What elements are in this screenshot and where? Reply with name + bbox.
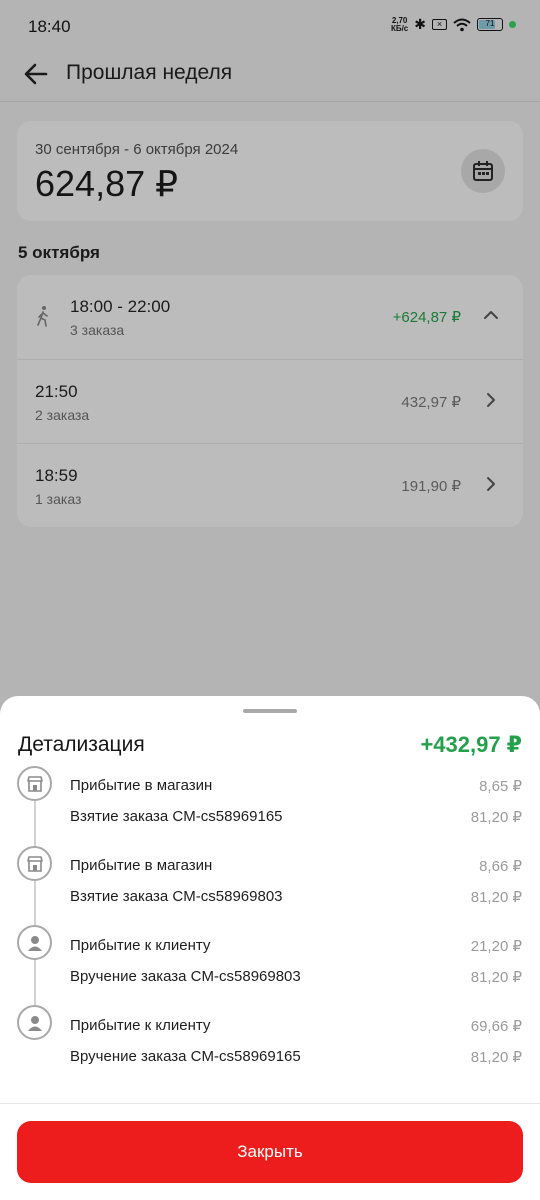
- sheet-drag-handle[interactable]: [243, 709, 297, 713]
- sheet-title: Детализация: [18, 733, 145, 756]
- step-sub-value: 81,20 ₽: [470, 889, 522, 906]
- step-title: Прибытие в магазин: [70, 777, 213, 794]
- chevron-up-icon[interactable]: [481, 305, 501, 325]
- shift-row[interactable]: 18:00 - 22:00 3 заказа +624,87 ₽: [17, 275, 523, 359]
- order-amount: 432,97 ₽: [401, 394, 461, 411]
- total-earnings: 624,87 ₽: [35, 163, 179, 204]
- period-label: 30 сентября - 6 октября 2024: [35, 141, 239, 158]
- status-icons: 2,70 КБ/с ✱ × 71: [391, 16, 516, 33]
- step-subtitle: Вручение заказа CM-cs58969803: [70, 968, 301, 985]
- step-subtitle: Вручение заказа CM-cs58969165: [70, 1048, 301, 1065]
- order-row[interactable]: 18:59 1 заказ 191,90 ₽: [17, 443, 523, 527]
- person-icon: [17, 925, 52, 960]
- status-time: 18:40: [28, 17, 71, 36]
- walking-icon: [37, 306, 48, 327]
- sheet-total: +432,97 ₽: [420, 732, 522, 757]
- orders-card: 18:00 - 22:00 3 заказа +624,87 ₽ 21:50 2…: [17, 275, 523, 527]
- order-time: 21:50: [35, 382, 78, 401]
- chevron-right-icon[interactable]: [481, 390, 501, 410]
- timeline-line: [34, 798, 36, 1019]
- calendar-icon: [473, 161, 493, 181]
- sim-off-icon: ×: [432, 19, 447, 30]
- step-subtitle: Взятие заказа CM-cs58969803: [70, 888, 283, 905]
- chevron-right-icon[interactable]: [481, 474, 501, 494]
- step-value: 8,65 ₽: [479, 778, 522, 795]
- status-bar: 18:40 2,70 КБ/с ✱ × 71: [0, 0, 540, 46]
- order-count: 2 заказа: [35, 407, 90, 423]
- order-row[interactable]: 21:50 2 заказа 432,97 ₽: [17, 359, 523, 443]
- wifi-icon: [453, 18, 471, 31]
- battery-icon: 71: [477, 18, 503, 31]
- step-title: Прибытие к клиенту: [70, 1017, 211, 1034]
- shift-orders-count: 3 заказа: [70, 322, 125, 338]
- order-count: 1 заказ: [35, 491, 82, 507]
- step-title: Прибытие в магазин: [70, 857, 213, 874]
- shift-time: 18:00 - 22:00: [70, 297, 171, 316]
- person-icon: [17, 1005, 52, 1040]
- network-speed: 2,70 КБ/с: [390, 15, 409, 33]
- step-sub-value: 81,20 ₽: [470, 1049, 522, 1066]
- privacy-indicator-dot: [509, 21, 516, 28]
- calendar-button[interactable]: [461, 149, 505, 193]
- step-subtitle: Взятие заказа CM-cs58969165: [70, 808, 283, 825]
- store-icon: [17, 766, 52, 801]
- app-bar: Прошлая неделя: [0, 46, 540, 102]
- step-value: 21,20 ₽: [470, 938, 522, 955]
- store-icon: [17, 846, 52, 881]
- week-summary-card: 30 сентября - 6 октября 2024 624,87 ₽: [17, 121, 523, 221]
- step-value: 69,66 ₽: [470, 1018, 522, 1035]
- shift-amount: +624,87 ₽: [392, 309, 461, 326]
- close-button[interactable]: Закрыть: [17, 1121, 523, 1183]
- back-arrow-icon[interactable]: [22, 60, 50, 88]
- step-sub-value: 81,20 ₽: [470, 809, 522, 826]
- page-title: Прошлая неделя: [66, 61, 233, 84]
- step-title: Прибытие к клиенту: [70, 937, 211, 954]
- step-sub-value: 81,20 ₽: [470, 969, 522, 986]
- step-value: 8,66 ₽: [479, 858, 522, 875]
- order-time: 18:59: [35, 466, 78, 485]
- details-bottom-sheet: Детализация +432,97 ₽ Прибытие в магазин…: [0, 696, 540, 1200]
- divider: [0, 1103, 540, 1104]
- bluetooth-icon: ✱: [414, 16, 426, 32]
- order-amount: 191,90 ₽: [401, 478, 461, 495]
- day-title: 5 октября: [18, 243, 100, 262]
